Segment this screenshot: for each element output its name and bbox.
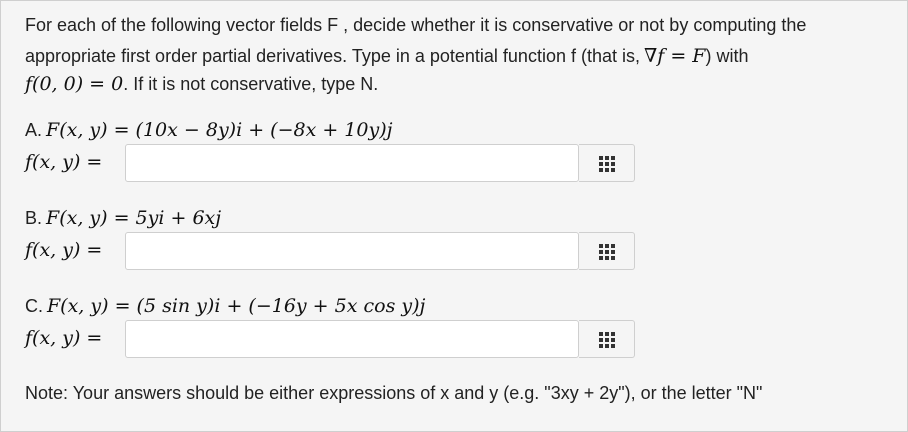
intro-line-2-suffix: ) with [705, 46, 749, 66]
problem-b-field: B. F(x, y) = 5yi + 6xj [25, 207, 221, 229]
problem-a-letter: A. [25, 120, 43, 140]
intro-line-3: f(0, 0) = 0. If it is not conservative, … [25, 73, 885, 95]
problem-a-answer-input[interactable] [126, 145, 578, 181]
problem-a-palette-button[interactable] [579, 144, 635, 182]
intro-line-2: appropriate first order partial derivati… [25, 45, 885, 67]
problem-b-answer-input[interactable] [126, 233, 578, 269]
question-panel: For each of the following vector fields … [0, 0, 908, 432]
problem-b-expression: F(x, y) = 5yi + 6xj [46, 207, 222, 229]
problem-a-answer-box [125, 144, 579, 182]
intro-line-3-suffix: . If it is not conservative, type N. [123, 74, 379, 94]
problem-c-expression: F(x, y) = (5 sin y)i + (−16y + 5x cos y)… [47, 295, 426, 317]
intro-line-2-prefix: appropriate first order partial derivati… [25, 46, 640, 66]
problem-a-field: A. F(x, y) = (10x − 8y)i + (−8x + 10y)j [25, 119, 393, 141]
problem-c-answer-label: f(x, y) = [25, 327, 103, 349]
problem-b-answer-box [125, 232, 579, 270]
problem-c-palette-button[interactable] [579, 320, 635, 358]
intro-condition-math: f(0, 0) = 0 [25, 73, 124, 95]
problem-c-letter: C. [25, 296, 43, 316]
answer-format-note: Note: Your answers should be either expr… [25, 383, 763, 403]
problem-c-answer-input[interactable] [126, 321, 578, 357]
grid-keypad-icon [599, 156, 615, 172]
intro-line-1: For each of the following vector fields … [25, 15, 807, 35]
problem-a-answer-label: f(x, y) = [25, 151, 103, 173]
problem-b-answer-label: f(x, y) = [25, 239, 103, 261]
grid-keypad-icon [599, 244, 615, 260]
problem-a-expression: F(x, y) = (10x − 8y)i + (−8x + 10y)j [46, 119, 393, 141]
grid-keypad-icon [599, 332, 615, 348]
problem-c-answer-box [125, 320, 579, 358]
intro-gradient-math: ∇f = F [644, 45, 706, 67]
problem-b-palette-button[interactable] [579, 232, 635, 270]
problem-b-letter: B. [25, 208, 43, 228]
problem-c-field: C. F(x, y) = (5 sin y)i + (−16y + 5x cos… [25, 295, 425, 317]
